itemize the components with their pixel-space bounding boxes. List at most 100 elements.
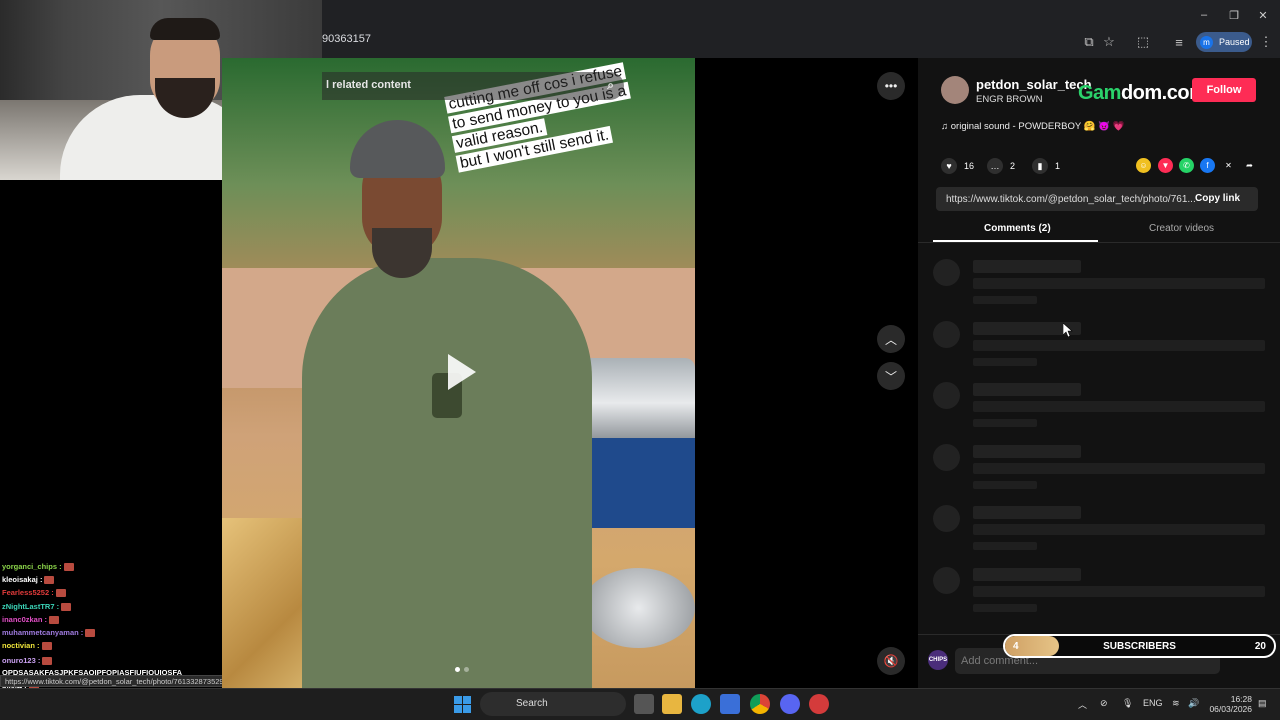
related-search-bar[interactable]: l related content ⌕: [322, 72, 624, 100]
chat-message: zNightLastTR7 :: [2, 602, 72, 612]
whatsapp-icon[interactable]: ✆: [1179, 158, 1194, 173]
mute-button[interactable]: 🔇: [877, 647, 905, 675]
next-post-button[interactable]: ﹀: [877, 362, 905, 390]
chat-emote-icon: [42, 657, 53, 666]
heart-icon[interactable]: ♥: [941, 158, 957, 174]
file-explorer-icon[interactable]: [662, 694, 682, 714]
chat-emote-icon: [44, 576, 55, 585]
chevron-up-icon: ︿: [884, 332, 897, 347]
skeleton-name: [973, 444, 1081, 458]
skeleton-text: [973, 339, 1265, 351]
music-info[interactable]: ♫ original sound - POWDERBOY 🤗 😈 💗: [941, 121, 1124, 132]
skeleton-avatar: [933, 505, 960, 532]
like-stat[interactable]: ♥ 16: [941, 158, 974, 174]
language-indicator[interactable]: ENG: [1143, 698, 1163, 708]
obs-icon[interactable]: [809, 694, 829, 714]
install-app-icon[interactable]: ⧉: [1080, 33, 1098, 51]
chat-emote-icon: [55, 589, 66, 598]
bookmark-icon[interactable]: ▮: [1032, 158, 1048, 174]
mouse-cursor-icon: [1063, 323, 1073, 337]
skeleton-text: [973, 278, 1265, 289]
extensions-icon[interactable]: ⬚: [1134, 33, 1152, 51]
start-icon[interactable]: [454, 696, 471, 713]
more-options-button[interactable]: •••: [877, 72, 905, 100]
skeleton-meta: [973, 480, 1037, 489]
save-stat[interactable]: ▮ 1: [1032, 158, 1060, 174]
minimize-icon[interactable]: –: [1197, 8, 1211, 22]
emoji-share-icon[interactable]: ☺: [1136, 158, 1151, 173]
chat-emote-icon: [61, 603, 72, 612]
chat-message: muhammetcanyaman :: [2, 628, 96, 638]
tab-creator-videos[interactable]: Creator videos: [1149, 223, 1214, 234]
streamer-hair: [150, 18, 220, 40]
muted-speaker-icon: 🔇: [883, 654, 899, 668]
chat-username: noctivian :: [2, 641, 40, 650]
save-count: 1: [1055, 161, 1061, 171]
share-arrow-icon[interactable]: ➦: [1242, 158, 1257, 173]
tray-chevron-icon[interactable]: ︿: [1078, 698, 1087, 711]
chat-message: noctivian :: [2, 641, 52, 651]
store-icon[interactable]: [720, 694, 740, 714]
close-window-icon[interactable]: ✕: [1256, 8, 1270, 22]
address-bar[interactable]: 90363157: [322, 33, 1082, 51]
follow-button[interactable]: Follow: [1192, 78, 1256, 102]
previous-post-button[interactable]: ︿: [877, 325, 905, 353]
skeleton-text: [973, 585, 1265, 597]
skeleton-avatar: [933, 259, 960, 286]
discord-icon[interactable]: [780, 694, 800, 714]
tab-divider: [918, 242, 1280, 243]
comment-icon[interactable]: …: [987, 158, 1003, 174]
tab-comments[interactable]: Comments (2): [984, 223, 1051, 234]
copy-link-button[interactable]: Copy link: [1195, 193, 1240, 204]
play-icon: [448, 354, 476, 390]
volume-icon[interactable]: 🔊: [1188, 698, 1199, 709]
skeleton-name: [973, 383, 1081, 396]
network-off-icon[interactable]: ⊘: [1100, 698, 1108, 709]
notification-icon[interactable]: ▤: [1258, 698, 1267, 709]
music-label: original sound - POWDERBOY 🤗 😈 💗: [950, 121, 1125, 132]
skeleton-text: [973, 462, 1265, 474]
like-count: 16: [964, 161, 975, 171]
page-dot[interactable]: [455, 667, 460, 672]
author-avatar[interactable]: [941, 76, 969, 104]
chat-emote-icon: [49, 616, 60, 625]
subscribers-goal: 20: [1254, 641, 1266, 652]
taskbar-search[interactable]: Search: [480, 692, 626, 716]
bookmark-star-icon[interactable]: ☆: [1100, 33, 1118, 51]
skeleton-meta: [973, 603, 1037, 612]
photo-pagination[interactable]: [455, 659, 475, 672]
wifi-icon[interactable]: ≋: [1172, 698, 1180, 709]
chat-emote-icon: [85, 629, 96, 638]
facebook-icon[interactable]: f: [1200, 158, 1215, 173]
play-button[interactable]: [440, 352, 480, 392]
browser-menu-icon[interactable]: ⋮: [1257, 33, 1275, 51]
comment-count: 2: [1010, 161, 1016, 171]
chat-message: inanc0zkan :: [2, 615, 60, 625]
comment-stat[interactable]: … 2: [987, 158, 1015, 174]
chrome-icon[interactable]: [750, 694, 770, 714]
skeleton-name: [973, 260, 1081, 273]
stream-left-area: [0, 180, 222, 688]
media-control-icon[interactable]: ≡: [1170, 33, 1188, 51]
chat-message: Fearless5252 :: [2, 588, 66, 598]
chat-message: yorganci_chips :: [2, 562, 74, 572]
microphone-icon[interactable]: 🎙: [1122, 698, 1133, 709]
taskbar-clock[interactable]: 16:28 06/03/2026: [1208, 694, 1252, 714]
skeleton-text: [973, 401, 1265, 412]
skeleton-meta: [973, 419, 1037, 427]
task-view-icon[interactable]: [634, 694, 654, 714]
subscribers-goal-widget: 4 SUBSCRIBERS 20: [1003, 634, 1276, 658]
skeleton-avatar: [933, 443, 960, 471]
restore-icon[interactable]: ❐: [1227, 8, 1241, 22]
chat-message: onuro123 :: [2, 656, 53, 666]
skeleton-meta: [973, 542, 1037, 550]
skeleton-meta: [973, 357, 1037, 366]
x-icon[interactable]: ✕: [1221, 158, 1236, 173]
send-share-icon[interactable]: ▼: [1158, 158, 1173, 173]
edge-icon[interactable]: [691, 694, 711, 714]
chat-username: Fearless5252 :: [2, 588, 54, 597]
page-dot[interactable]: [464, 667, 469, 672]
author-username[interactable]: petdon_solar_tech: [976, 77, 1092, 92]
search-icon[interactable]: ⌕: [607, 78, 614, 93]
profile-paused-button[interactable]: m Paused: [1196, 32, 1252, 52]
